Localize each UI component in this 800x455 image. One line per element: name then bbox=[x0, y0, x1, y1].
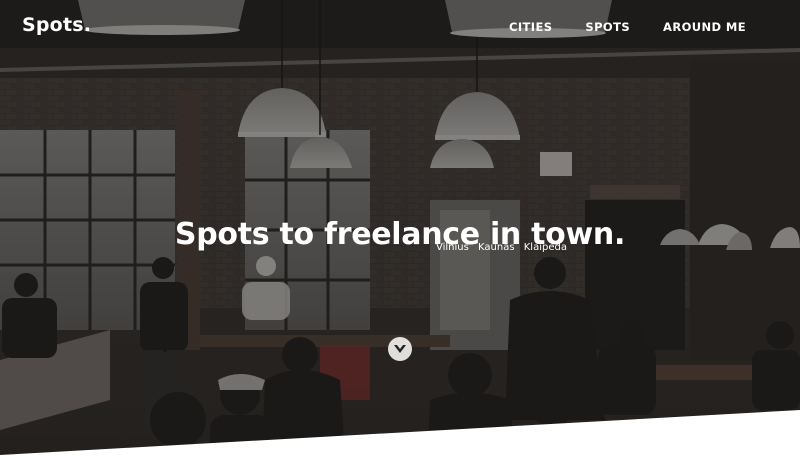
nav-link-cities[interactable]: CITIES bbox=[509, 20, 552, 34]
scroll-down-button[interactable] bbox=[388, 337, 412, 361]
nav-link-around-me[interactable]: AROUND ME bbox=[663, 20, 746, 34]
brand-logo[interactable]: Spots. bbox=[22, 14, 91, 36]
city-link-vilnius[interactable]: Vilnius bbox=[436, 242, 469, 253]
city-link-kaunas[interactable]: Kaunas bbox=[478, 242, 515, 253]
top-navigation: Spots. CITIES SPOTS AROUND ME bbox=[0, 0, 800, 56]
chevron-down-icon bbox=[394, 345, 406, 353]
nav-menu: CITIES SPOTS AROUND ME bbox=[509, 20, 746, 34]
hero-title: Spots to freelance in town. bbox=[174, 217, 626, 253]
hero-section: Spots. CITIES SPOTS AROUND ME Spots to f… bbox=[0, 0, 800, 455]
city-link-klaipeda[interactable]: Klaipeda bbox=[524, 242, 567, 253]
hero-city-list: Vilnius Kaunas Klaipeda bbox=[436, 242, 571, 253]
nav-link-spots[interactable]: SPOTS bbox=[585, 20, 630, 34]
